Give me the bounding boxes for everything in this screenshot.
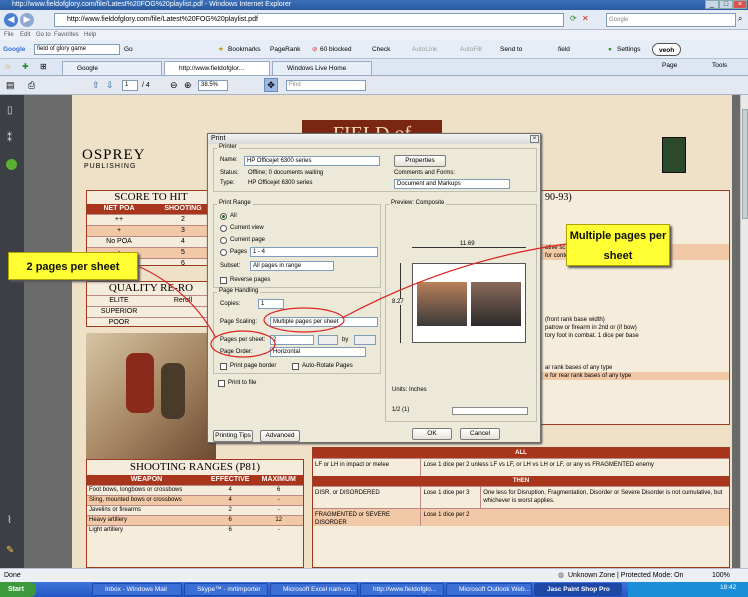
security-zone: Unknown Zone | Protected Mode: On [568,572,684,579]
task-inbox[interactable]: Inbox - Windows Mail [92,583,182,596]
task-browser[interactable]: http://www.fieldofglo... [360,583,444,596]
start-button[interactable]: Start [0,582,36,597]
status-zoom[interactable]: 100% [712,569,730,582]
annotation-overlay [137,243,567,358]
right-callout-line [341,243,567,319]
left-callout: 2 pages per sheet [8,252,138,280]
taskbar: Start Inbox - Windows Mail Skype™ - mrti… [0,582,748,597]
scaling-circle-annotation [263,307,345,333]
task-outlook[interactable]: Microsoft Outlook Web... [446,583,532,596]
clock: 18:42 [720,584,737,591]
pages-per-sheet-circle-annotation [210,330,276,358]
task-excel[interactable]: Microsoft Excel nam-co... [270,583,358,596]
task-paintshop[interactable]: Jasc Paint Shop Pro [534,583,622,596]
system-tray: 18:42 [628,582,748,597]
right-callout: Multiple pages per sheet [566,224,670,266]
left-callout-line [137,265,217,339]
status-text: Done [4,572,21,579]
task-skype[interactable]: Skype™ - mrtimporter [184,583,268,596]
status-bar: Done ◍ Unknown Zone | Protected Mode: On… [0,568,748,582]
globe-icon: ◍ [558,572,565,579]
